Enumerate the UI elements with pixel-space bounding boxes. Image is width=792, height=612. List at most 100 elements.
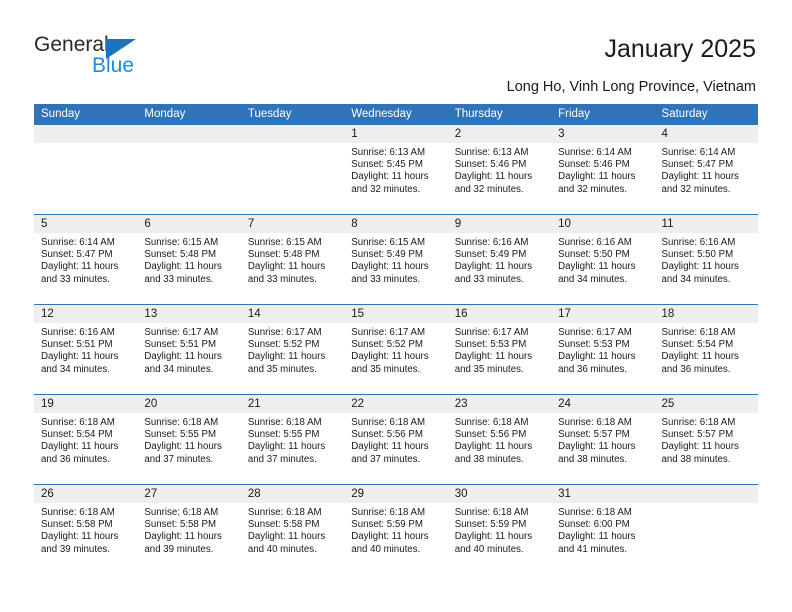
calendar-day-cell[interactable]: 8 Sunrise: 6:15 AM Sunset: 5:49 PM Daylight… (344, 215, 448, 304)
calendar-day-cell[interactable]: 19 Sunrise: 6:18 AM Sunset: 5:54 PM Dayligh… (34, 395, 138, 484)
calendar-day-cell[interactable]: 16 Sunrise: 6:17 AM Sunset: 5:53 PM Dayligh… (447, 305, 552, 394)
day-details: Sunrise: 6:18 AM Sunset: 5:58 PM Daylight:… (137, 503, 240, 556)
day-details: Sunrise: 6:18 AM Sunset: 5:57 PM Daylight:… (551, 413, 654, 466)
calendar-day-cell[interactable]: 31 Sunrise: 6:18 AM Sunset: 6:00 PM Dayligh… (551, 485, 655, 574)
day-detail-line: Sunrise: 6:18 AM (247, 507, 322, 518)
day-detail-line: Daylight: 11 hours (558, 171, 636, 183)
calendar-day-cell[interactable]: 3 Sunrise: 6:14 AM Sunset: 5:46 PM Daylight… (551, 125, 655, 214)
day-details: Sunrise: 6:18 AM Sunset: 5:59 PM Daylight:… (344, 503, 447, 556)
day-number: 28 (240, 485, 345, 503)
day-detail-line: and 41 minutes. (558, 543, 628, 555)
day-detail-line: and 32 minutes. (661, 183, 731, 195)
calendar-day-cell[interactable]: 28 Sunrise: 6:18 AM Sunset: 5:58 PM Dayligh… (240, 485, 345, 574)
calendar-day-cell[interactable]: 10 Sunrise: 6:16 AM Sunset: 5:50 PM Dayligh… (551, 215, 655, 304)
day-detail-line: and 33 minutes. (41, 273, 110, 285)
calendar-day-cell[interactable]: 12 Sunrise: 6:16 AM Sunset: 5:51 PM Dayligh… (34, 305, 138, 394)
calendar-day-cell[interactable]: 15 Sunrise: 6:17 AM Sunset: 5:52 PM Dayligh… (344, 305, 448, 394)
day-detail-line: and 38 minutes. (661, 453, 731, 465)
calendar-day-cell[interactable]: 4 Sunrise: 6:14 AM Sunset: 5:47 PM Daylight… (654, 125, 758, 214)
day-details: Sunrise: 6:14 AM Sunset: 5:46 PM Daylight:… (551, 143, 654, 196)
calendar-day-cell[interactable]: 7 Sunrise: 6:15 AM Sunset: 5:48 PM Daylight… (240, 215, 345, 304)
day-detail-line: Sunrise: 6:18 AM (41, 417, 115, 428)
day-number: 12 (34, 305, 138, 323)
day-detail-line: Daylight: 11 hours (661, 171, 739, 183)
day-details: Sunrise: 6:18 AM Sunset: 5:56 PM Daylight:… (448, 413, 551, 466)
day-detail-line: Daylight: 11 hours (41, 441, 119, 453)
day-detail-line: Sunset: 5:52 PM (351, 339, 423, 351)
page-title: January 2025 (604, 35, 756, 63)
day-number: 29 (344, 485, 448, 503)
calendar-day-cell-empty (137, 125, 241, 214)
calendar-day-cell[interactable]: 6 Sunrise: 6:15 AM Sunset: 5:48 PM Daylight… (137, 215, 241, 304)
day-details: Sunrise: 6:18 AM Sunset: 5:59 PM Daylight:… (448, 503, 551, 556)
day-detail-line: and 36 minutes. (558, 363, 628, 375)
calendar-day-cell[interactable]: 9 Sunrise: 6:16 AM Sunset: 5:49 PM Daylight… (447, 215, 552, 304)
day-detail-line: Daylight: 11 hours (454, 171, 533, 183)
day-detail-line: Sunset: 5:54 PM (661, 339, 734, 351)
day-details: Sunrise: 6:16 AM Sunset: 5:51 PM Daylight:… (34, 323, 137, 376)
calendar-day-cell[interactable]: 23 Sunrise: 6:18 AM Sunset: 5:56 PM Dayligh… (447, 395, 552, 484)
day-detail-line: Sunset: 5:46 PM (454, 159, 527, 171)
calendar-day-cell[interactable]: 14 Sunrise: 6:17 AM Sunset: 5:52 PM Dayligh… (240, 305, 345, 394)
day-detail-line: Sunset: 5:59 PM (351, 519, 423, 531)
calendar-day-cell[interactable]: 25 Sunrise: 6:18 AM Sunset: 5:57 PM Dayligh… (654, 395, 758, 484)
calendar-day-cell[interactable]: 20 Sunrise: 6:18 AM Sunset: 5:55 PM Dayligh… (137, 395, 241, 484)
calendar-day-cell[interactable]: 13 Sunrise: 6:17 AM Sunset: 5:51 PM Dayligh… (137, 305, 241, 394)
day-detail-line: and 38 minutes. (558, 453, 628, 465)
day-details: Sunrise: 6:16 AM Sunset: 5:50 PM Daylight:… (655, 233, 758, 286)
day-detail-line: Sunset: 5:57 PM (661, 429, 734, 441)
calendar-day-cell[interactable]: 5 Sunrise: 6:14 AM Sunset: 5:47 PM Daylight… (34, 215, 138, 304)
calendar-day-cell[interactable]: 29 Sunrise: 6:18 AM Sunset: 5:59 PM Dayligh… (344, 485, 448, 574)
day-detail-line: Sunrise: 6:15 AM (144, 237, 219, 248)
day-number: 16 (447, 305, 552, 323)
calendar-day-cell[interactable]: 18 Sunrise: 6:18 AM Sunset: 5:54 PM Dayligh… (654, 305, 758, 394)
day-detail-line: Sunset: 5:58 PM (41, 519, 113, 531)
day-detail-line: and 32 minutes. (558, 183, 628, 195)
logo-text-general: General (34, 33, 109, 56)
general-blue-logo: General Blue (34, 34, 214, 86)
day-detail-line: and 32 minutes. (454, 183, 524, 195)
calendar-day-cell[interactable]: 1 Sunrise: 6:13 AM Sunset: 5:45 PM Daylight… (344, 125, 448, 214)
day-detail-line: Sunset: 5:50 PM (558, 249, 630, 261)
calendar-day-cell[interactable]: 30 Sunrise: 6:18 AM Sunset: 5:59 PM Dayligh… (447, 485, 552, 574)
day-detail-line: Sunset: 5:58 PM (144, 519, 217, 531)
day-detail-line: Sunrise: 6:17 AM (454, 327, 529, 338)
day-detail-line: Daylight: 11 hours (661, 351, 739, 363)
day-detail-line: Sunset: 5:51 PM (144, 339, 217, 351)
weekday-header-monday: Monday (144, 108, 186, 120)
day-details: Sunrise: 6:13 AM Sunset: 5:45 PM Daylight:… (344, 143, 447, 196)
day-detail-line: Daylight: 11 hours (558, 531, 636, 543)
day-detail-line: Daylight: 11 hours (41, 351, 119, 363)
day-detail-line: Sunset: 5:49 PM (454, 249, 527, 261)
day-detail-line: and 37 minutes. (247, 453, 317, 465)
calendar-day-cell[interactable]: 11 Sunrise: 6:16 AM Sunset: 5:50 PM Dayligh… (654, 215, 758, 304)
calendar-day-cell[interactable]: 2 Sunrise: 6:13 AM Sunset: 5:46 PM Daylight… (447, 125, 552, 214)
day-detail-line: Sunrise: 6:18 AM (41, 507, 115, 518)
day-details: Sunrise: 6:14 AM Sunset: 5:47 PM Daylight:… (34, 233, 137, 286)
weekday-header-thursday: Thursday (454, 108, 503, 120)
weekday-header-row: Sunday Monday Tuesday Wednesday Thursday Frid… (34, 104, 758, 125)
day-detail-line: Daylight: 11 hours (247, 261, 326, 273)
day-detail-line: and 33 minutes. (351, 273, 421, 285)
day-detail-line: Sunrise: 6:18 AM (558, 507, 632, 518)
calendar-day-cell[interactable]: 24 Sunrise: 6:18 AM Sunset: 5:57 PM Dayligh… (551, 395, 655, 484)
calendar-grid: Sunday Monday Tuesday Wednesday Thursday Frid… (34, 104, 758, 574)
day-number: 10 (551, 215, 655, 233)
calendar-day-cell[interactable]: 22 Sunrise: 6:18 AM Sunset: 5:56 PM Dayligh… (344, 395, 448, 484)
calendar-day-cell[interactable]: 21 Sunrise: 6:18 AM Sunset: 5:55 PM Dayligh… (240, 395, 345, 484)
weekday-header-sunday: Sunday (41, 108, 81, 120)
calendar-day-cell[interactable]: 17 Sunrise: 6:17 AM Sunset: 5:53 PM Dayligh… (551, 305, 655, 394)
day-detail-line: and 39 minutes. (41, 543, 110, 555)
day-number: 13 (137, 305, 241, 323)
calendar-day-cell[interactable]: 27 Sunrise: 6:18 AM Sunset: 5:58 PM Dayligh… (137, 485, 241, 574)
day-detail-line: Sunrise: 6:18 AM (144, 417, 219, 428)
day-number: 17 (551, 305, 655, 323)
day-detail-line: Sunset: 5:51 PM (41, 339, 113, 351)
day-detail-line: Sunset: 5:48 PM (144, 249, 217, 261)
page-subtitle-location: Long Ho, Vinh Long Province, Vietnam (506, 79, 756, 95)
calendar-week-row: 12 Sunrise: 6:16 AM Sunset: 5:51 PM Dayligh… (34, 304, 758, 394)
day-details: Sunrise: 6:14 AM Sunset: 5:47 PM Daylight:… (655, 143, 758, 196)
calendar-day-cell[interactable]: 26 Sunrise: 6:18 AM Sunset: 5:58 PM Dayligh… (34, 485, 138, 574)
day-detail-line: and 35 minutes. (247, 363, 317, 375)
day-detail-line: and 40 minutes. (454, 543, 524, 555)
